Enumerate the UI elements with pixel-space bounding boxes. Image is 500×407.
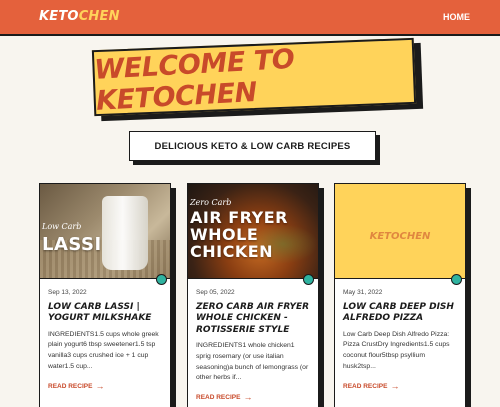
recipe-card[interactable]: Zero Carb AIR FRYER WHOLE CHICKEN Sep 05… <box>187 183 319 407</box>
read-recipe-label: READ RECIPE <box>196 394 241 402</box>
nav-home-link[interactable]: HOME <box>443 12 470 22</box>
image-watermark: KETOCHEN <box>369 230 431 242</box>
read-recipe-link[interactable]: READ RECIPE → <box>343 382 399 391</box>
image-caption-big: AIR FRYER WHOLE CHICKEN <box>190 208 288 261</box>
read-recipe-label: READ RECIPE <box>343 383 388 390</box>
card-body: Sep 05, 2022 ZERO CARB AIR FRYER WHOLE C… <box>196 287 310 403</box>
image-caption-small: Zero Carb <box>190 198 232 207</box>
post-title[interactable]: LOW CARB LASSI | YOGURT MILKSHAKE <box>48 302 162 325</box>
image-caption-small: Low Carb <box>42 222 82 231</box>
accent-dot <box>303 274 314 285</box>
post-title[interactable]: ZERO CARB AIR FRYER WHOLE CHICKEN - ROTI… <box>196 302 310 336</box>
logo-part-2: CHEN <box>78 9 120 24</box>
post-date: Sep 05, 2022 <box>196 289 235 296</box>
arrow-right-icon: → <box>243 392 253 403</box>
image-caption-big: LASSI <box>42 234 102 255</box>
hero-title: WELCOME TO KETOCHEN <box>93 43 296 117</box>
post-excerpt: INGREDIENTS1.5 cups whole greek plain yo… <box>48 330 159 371</box>
arrow-right-icon: → <box>95 381 105 391</box>
post-date: May 31, 2022 <box>343 289 383 296</box>
recipe-image[interactable]: Zero Carb AIR FRYER WHOLE CHICKEN <box>188 184 318 279</box>
card-body: Sep 13, 2022 LOW CARB LASSI | YOGURT MIL… <box>48 287 162 392</box>
recipe-card[interactable]: Low Carb LASSI Sep 13, 2022 LOW CARB LAS… <box>39 183 171 407</box>
post-date: Sep 13, 2022 <box>48 289 87 296</box>
recipe-image[interactable]: KETOCHEN <box>335 184 465 279</box>
logo-part-1: KETO <box>39 9 79 24</box>
accent-dot <box>156 274 167 285</box>
read-recipe-link[interactable]: READ RECIPE → <box>196 393 252 402</box>
glass-graphic <box>102 196 148 270</box>
post-title[interactable]: LOW CARB DEEP DISH ALFREDO PIZZA <box>343 302 457 325</box>
site-header: KETOCHEN HOME <box>0 0 500 36</box>
accent-dot <box>451 274 462 285</box>
post-excerpt: INGREDIENTS1 whole chicken1 sprig rosema… <box>196 341 309 382</box>
site-logo[interactable]: KETOCHEN <box>39 9 120 24</box>
arrow-right-icon: → <box>390 381 400 391</box>
card-body: May 31, 2022 LOW CARB DEEP DISH ALFREDO … <box>343 287 457 392</box>
hero-banner: WELCOME TO KETOCHEN <box>91 37 417 117</box>
recipe-card[interactable]: KETOCHEN May 31, 2022 LOW CARB DEEP DISH… <box>334 183 466 407</box>
hero-subtitle: DELICIOUS KETO & LOW CARB RECIPES <box>129 131 376 161</box>
read-recipe-link[interactable]: READ RECIPE → <box>48 382 104 391</box>
post-excerpt: Low Carb Deep Dish Alfredo Pizza: Pizza … <box>343 330 450 371</box>
read-recipe-label: READ RECIPE <box>48 383 93 390</box>
recipe-image[interactable]: Low Carb LASSI <box>40 184 170 279</box>
